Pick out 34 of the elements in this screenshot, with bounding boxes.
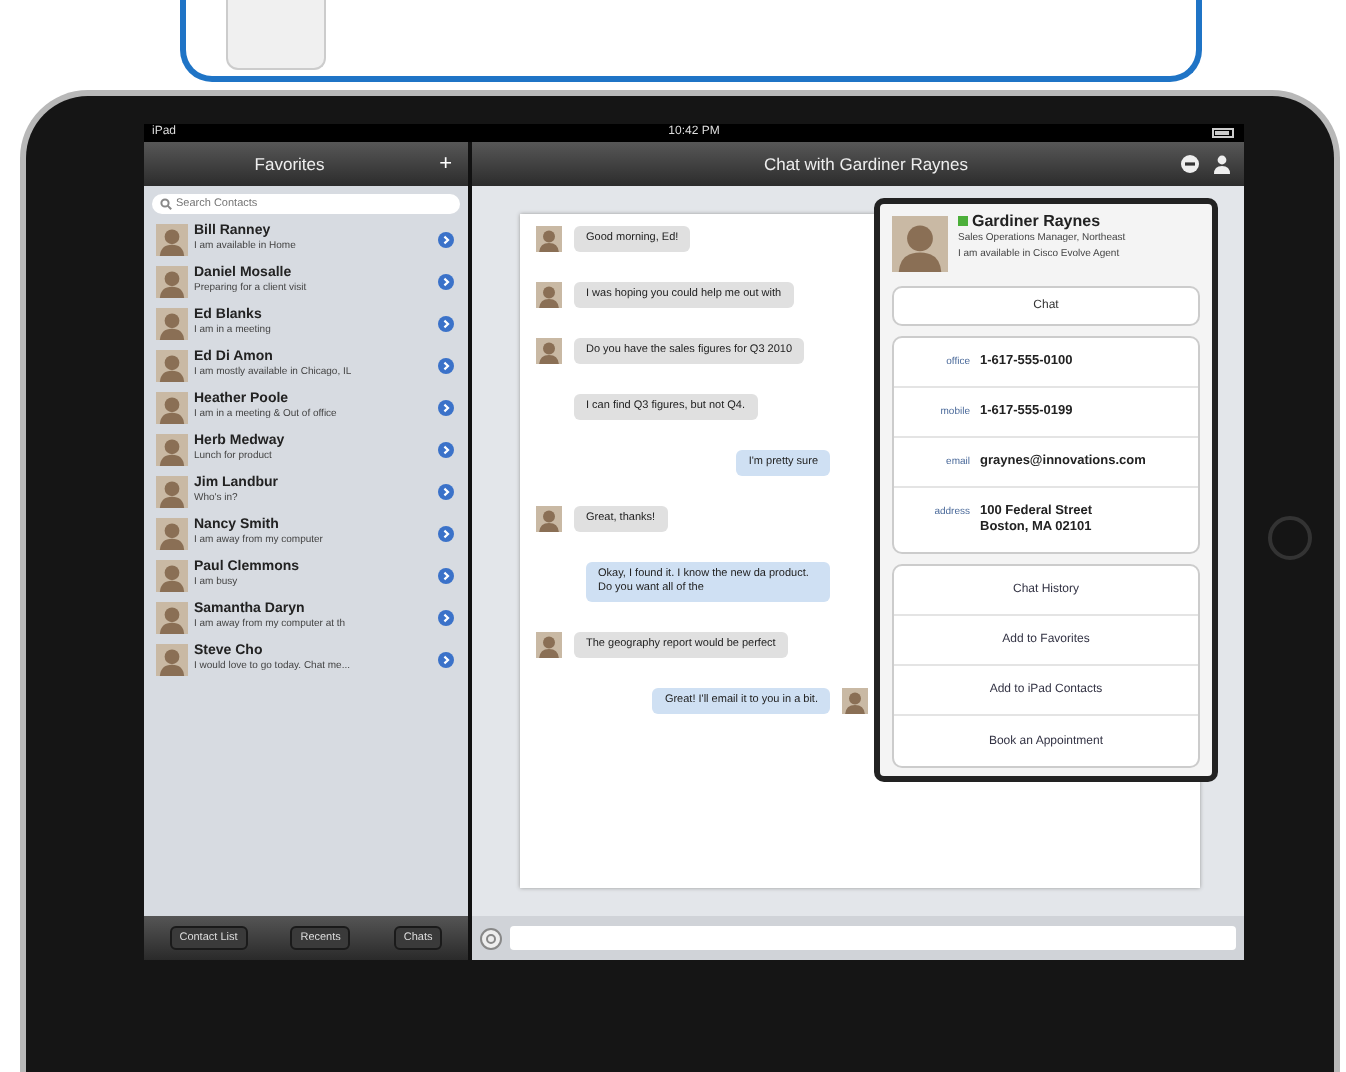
chevron-icon[interactable] (438, 441, 454, 457)
minus-icon[interactable] (1180, 154, 1200, 174)
chevron-icon[interactable] (438, 273, 454, 289)
chevron-icon[interactable] (438, 567, 454, 583)
avatar-icon (156, 391, 188, 423)
chevron-icon[interactable] (438, 315, 454, 331)
chevron-icon[interactable] (438, 399, 454, 415)
person-icon[interactable] (1212, 154, 1232, 174)
sidebar-title: Favorites (252, 154, 327, 174)
battery-icon (1211, 128, 1236, 138)
chevron-icon[interactable] (438, 525, 454, 541)
avatar-icon (156, 601, 188, 633)
avatar-icon (892, 212, 948, 276)
avatar-icon (156, 517, 188, 549)
search-icon (160, 198, 172, 210)
chat-title: Chat with Gardiner Raynes (761, 154, 971, 174)
contact-name: Gardiner Raynes (972, 212, 1101, 230)
add-button[interactable]: + (435, 153, 456, 175)
avatar-icon (156, 559, 188, 591)
chevron-icon[interactable] (438, 357, 454, 373)
avatar-icon (156, 433, 188, 465)
avatar-icon (156, 265, 188, 297)
chevron-icon[interactable] (438, 609, 454, 625)
chevron-icon[interactable] (438, 483, 454, 499)
chevron-icon[interactable] (438, 651, 454, 667)
avatar-icon (156, 349, 188, 381)
avatar-icon (156, 643, 188, 675)
avatar-icon (156, 475, 188, 507)
chevron-icon[interactable] (438, 231, 454, 247)
emoticon-icon[interactable] (480, 927, 502, 949)
message-field[interactable] (510, 926, 1236, 950)
avatar-icon (156, 307, 188, 339)
app-icon (226, 0, 326, 70)
avatar-icon (156, 223, 188, 255)
